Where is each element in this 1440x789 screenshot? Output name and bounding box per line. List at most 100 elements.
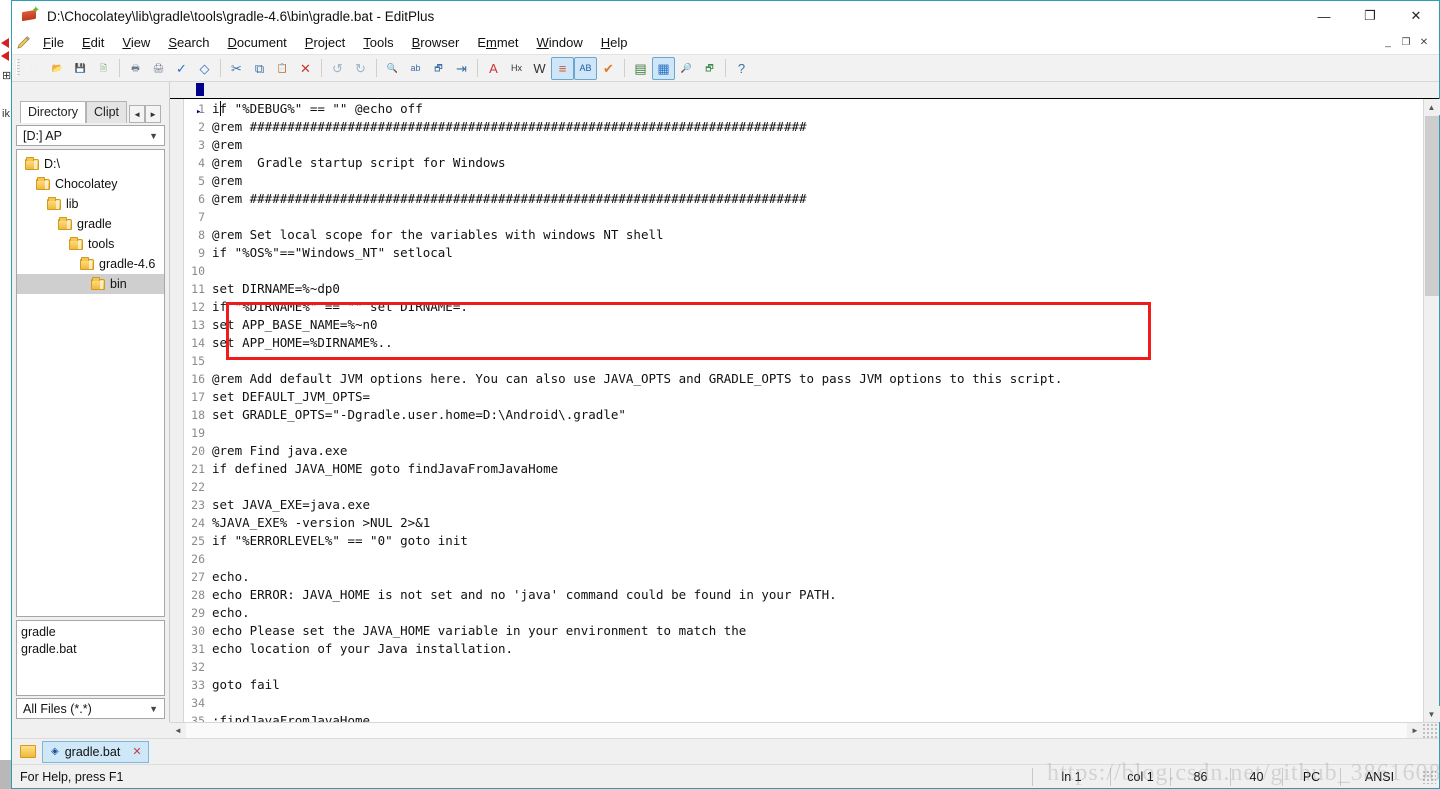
doc-close-button[interactable]: ✕ <box>1415 34 1433 52</box>
code-line[interactable]: 1 if "%DEBUG%" == "" @echo off <box>184 100 1423 118</box>
copy-icon[interactable]: ⧉ <box>248 57 271 80</box>
code-line[interactable]: 26 <box>184 550 1423 568</box>
document-tab-close-icon[interactable]: ✕ <box>132 745 141 758</box>
code-line[interactable]: 11 set DIRNAME=%~dp0 <box>184 280 1423 298</box>
drive-select[interactable]: [D:] AP ▼ <box>16 125 165 146</box>
document-selector-icon[interactable]: ▤ <box>629 57 652 80</box>
file-filter-select[interactable]: All Files (*.*) ▼ <box>16 698 165 719</box>
check-mark-icon[interactable]: ✔ <box>597 57 620 80</box>
cut-icon[interactable]: ✂ <box>225 57 248 80</box>
code-line[interactable]: 10 <box>184 262 1423 280</box>
toolbar-grip[interactable] <box>16 59 20 77</box>
menu-edit[interactable]: Edit <box>73 33 113 52</box>
tree-item-gradle[interactable]: gradle <box>17 214 164 234</box>
code-line[interactable]: 34 <box>184 694 1423 712</box>
save-all-icon[interactable]: 🗎 <box>92 57 115 80</box>
file-list-item[interactable]: gradle <box>21 624 164 641</box>
code-line[interactable]: 20 @rem Find java.exe <box>184 442 1423 460</box>
tree-item-tools[interactable]: tools <box>17 234 164 254</box>
document-tab-gradle-bat[interactable]: ◈ gradle.bat ✕ <box>42 740 149 763</box>
menu-file[interactable]: File <box>34 33 73 52</box>
file-list[interactable]: gradle gradle.bat <box>16 620 165 696</box>
code-line[interactable]: 23 set JAVA_EXE=java.exe <box>184 496 1423 514</box>
code-line[interactable]: 30 echo Please set the JAVA_HOME variable… <box>184 622 1423 640</box>
code-line[interactable]: 8 @rem Set local scope for the variables … <box>184 226 1423 244</box>
editor-vertical-scrollbar[interactable]: ▲ ▼ <box>1423 99 1440 722</box>
code-line[interactable]: 24 %JAVA_EXE% -version >NUL 2>&1 <box>184 514 1423 532</box>
scroll-down-icon[interactable]: ▼ <box>1423 706 1440 722</box>
replace-icon[interactable]: ab <box>404 57 427 80</box>
menu-help[interactable]: Help <box>592 33 637 52</box>
code-line[interactable]: 3 @rem <box>184 136 1423 154</box>
tab-directory[interactable]: Directory <box>20 101 87 123</box>
goto-line-icon[interactable]: ⇥ <box>450 57 473 80</box>
code-line[interactable]: 27 echo. <box>184 568 1423 586</box>
spell-check-icon[interactable]: ✓ <box>170 57 193 80</box>
preview-icon[interactable]: 🔎 <box>675 57 698 80</box>
delete-icon[interactable]: ✕ <box>294 57 317 80</box>
scroll-right-icon[interactable]: ► <box>1407 722 1423 739</box>
hex-icon[interactable]: Hx <box>505 57 528 80</box>
tab-cliptext[interactable]: Clipt <box>86 101 128 123</box>
minimize-button[interactable]: — <box>1301 1 1347 31</box>
code-line[interactable]: 6 @rem ##################################… <box>184 190 1423 208</box>
code-line[interactable]: 14 set APP_HOME=%DIRNAME%.. <box>184 334 1423 352</box>
code-line[interactable]: 33 goto fail <box>184 676 1423 694</box>
code-line[interactable]: 25 if "%ERRORLEVEL%" == "0" goto init <box>184 532 1423 550</box>
tree-item-chocolatey[interactable]: Chocolatey <box>17 174 164 194</box>
window-resize-grip-icon[interactable] <box>1422 769 1436 784</box>
tab-scroll-left-icon[interactable]: ◄ <box>129 105 146 123</box>
menu-window[interactable]: Window <box>528 33 592 52</box>
menu-project[interactable]: Project <box>296 33 354 52</box>
code-line[interactable]: 4 @rem Gradle startup script for Windows <box>184 154 1423 172</box>
code-line[interactable]: 18 set GRADLE_OPTS="-Dgradle.user.home=D:… <box>184 406 1423 424</box>
tab-scroll-right-icon[interactable]: ► <box>145 105 162 123</box>
menu-browser[interactable]: Browser <box>403 33 469 52</box>
split-window-icon[interactable]: ▦ <box>652 56 675 80</box>
code-line[interactable]: 29 echo. <box>184 604 1423 622</box>
menu-emmet[interactable]: Emmet <box>468 33 527 52</box>
paste-icon[interactable]: 📋 <box>271 57 294 80</box>
vertical-scroll-thumb[interactable] <box>1424 116 1439 296</box>
file-list-item[interactable]: gradle.bat <box>21 641 164 658</box>
editor-horizontal-scrollbar[interactable]: ◄ ► <box>170 722 1439 739</box>
code-line[interactable]: 9 if "%OS%"=="Windows_NT" setlocal <box>184 244 1423 262</box>
code-line[interactable]: 5 @rem <box>184 172 1423 190</box>
code-line[interactable]: 17 set DEFAULT_JVM_OPTS= <box>184 388 1423 406</box>
code-line[interactable]: 35:findJavaFromJavaHome <box>184 712 1423 722</box>
code-line[interactable]: 31 echo location of your Java installatio… <box>184 640 1423 658</box>
help-pointer-icon[interactable]: ? <box>730 57 753 80</box>
menu-document[interactable]: Document <box>219 33 296 52</box>
find-icon[interactable]: 🔍 <box>381 57 404 80</box>
tree-item-bin[interactable]: bin <box>17 274 164 294</box>
close-button[interactable]: ✕ <box>1393 1 1439 31</box>
code-line[interactable]: 19 <box>184 424 1423 442</box>
open-file-icon[interactable]: 📂 <box>46 57 69 80</box>
undo-icon[interactable]: ↺ <box>326 57 349 80</box>
code-editor[interactable]: 1 if "%DEBUG%" == "" @echo off 2 @rem #####… <box>184 99 1423 722</box>
code-line[interactable]: 15 <box>184 352 1423 370</box>
scroll-up-icon[interactable]: ▲ <box>1423 99 1440 115</box>
code-line[interactable]: 22 <box>184 478 1423 496</box>
code-line[interactable]: 16 @rem Add default JVM options here. You… <box>184 370 1423 388</box>
doc-minimize-button[interactable]: _ <box>1379 34 1397 52</box>
font-icon[interactable]: A <box>482 57 505 80</box>
code-line[interactable]: 2 @rem ##################################… <box>184 118 1423 136</box>
tree-item-gradle46[interactable]: gradle-4.6 <box>17 254 164 274</box>
print-preview-icon[interactable]: 🖶 <box>124 57 147 80</box>
maximize-button[interactable]: ❐ <box>1347 1 1393 31</box>
save-icon[interactable]: 💾 <box>69 57 92 80</box>
tree-item-lib[interactable]: lib <box>17 194 164 214</box>
print-icon[interactable]: 🖨 <box>147 57 170 80</box>
show-spaces-icon[interactable]: AB <box>574 56 597 80</box>
menu-view[interactable]: View <box>113 33 159 52</box>
external-window-icon[interactable]: 🗗 <box>698 57 721 80</box>
menu-tools[interactable]: Tools <box>354 33 402 52</box>
resize-grip-icon[interactable] <box>1423 722 1439 739</box>
menu-search[interactable]: Search <box>159 33 218 52</box>
tree-item-d[interactable]: D:\ <box>17 154 164 174</box>
doc-restore-button[interactable]: ❐ <box>1397 34 1415 52</box>
code-line[interactable]: 32 <box>184 658 1423 676</box>
scroll-left-icon[interactable]: ◄ <box>170 722 186 739</box>
directory-tree[interactable]: D:\ Chocolatey lib gradle tools gradle-4.6 bin <box>16 149 165 617</box>
